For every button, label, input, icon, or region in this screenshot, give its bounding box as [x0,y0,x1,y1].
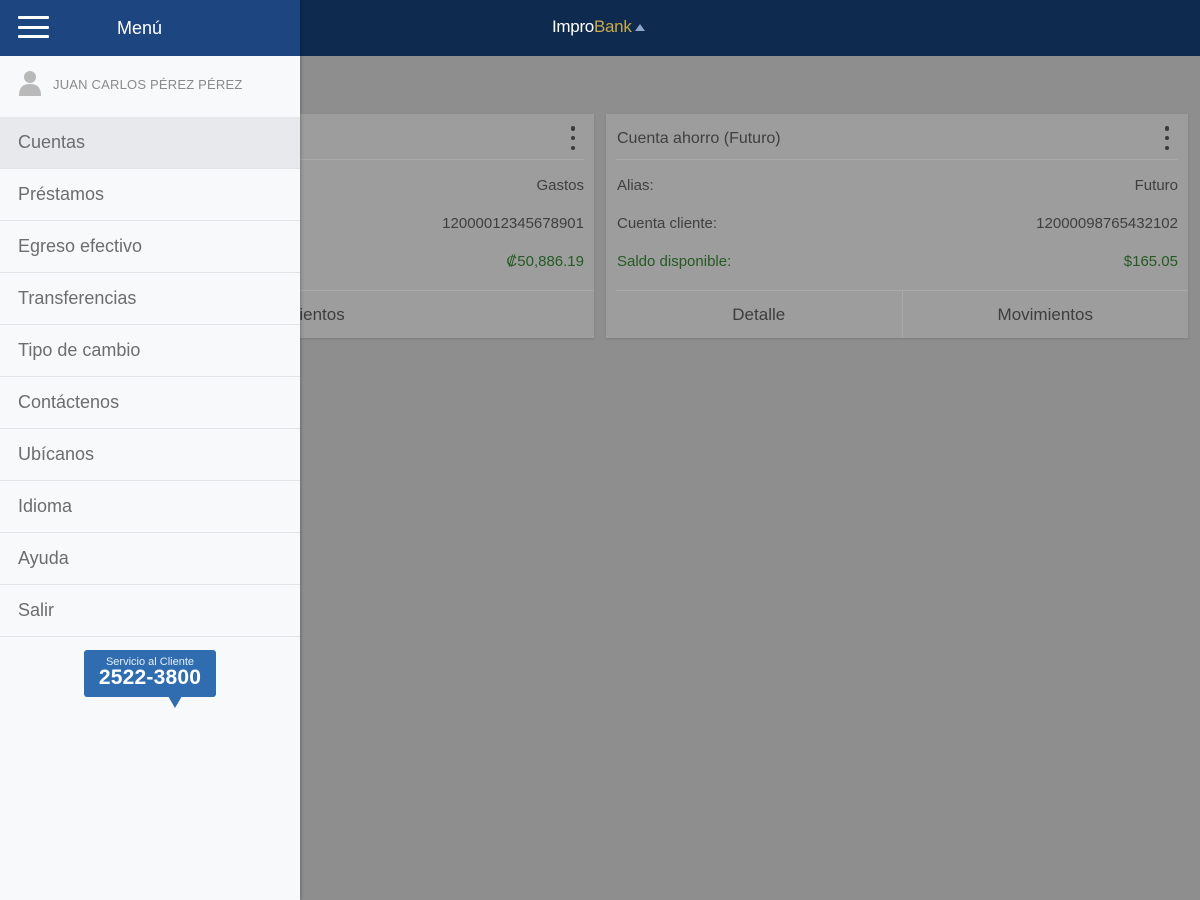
menu-item-transferencias[interactable]: Transferencias [0,273,300,325]
menu-item-salir[interactable]: Salir [0,585,300,637]
logo-text-part1: Impro [552,17,594,36]
hamburger-menu-icon[interactable] [18,16,49,38]
balance-label: Saldo disponible: [617,253,732,270]
alias-row: Alias: Futuro [617,177,1178,199]
balance-value: $165.05 [1123,253,1178,270]
user-icon [19,71,41,96]
detail-button[interactable]: Detalle [616,291,902,338]
card-actions: Detalle Movimientos [616,290,1188,338]
account-number-value: 12000098765432102 [1036,215,1178,232]
card-title: Cuenta ahorro (Futuro) [617,130,781,147]
menu-item-contactenos[interactable]: Contáctenos [0,377,300,429]
balance-row: Saldo disponible: $165.05 [617,253,1178,275]
menu-item-egreso-efectivo[interactable]: Egreso efectivo [0,221,300,273]
menu-item-prestamos[interactable]: Préstamos [0,169,300,221]
account-number-row: Cuenta cliente: 12000098765432102 [617,215,1178,237]
alias-label: Alias: [617,177,654,194]
customer-service-badge[interactable]: Servicio al Cliente 2522-3800 [84,650,216,697]
menu-item-idioma[interactable]: Idioma [0,481,300,533]
user-name: JUAN CARLOS PÉREZ PÉREZ [53,77,243,92]
menu-item-tipo-de-cambio[interactable]: Tipo de cambio [0,325,300,377]
menu-item-ayuda[interactable]: Ayuda [0,533,300,585]
movements-button[interactable]: Movimientos [901,291,1189,338]
drawer-header: Menú [0,0,300,56]
more-options-icon[interactable] [566,124,580,152]
alias-value: Gastos [536,177,584,194]
side-menu-drawer: Menú JUAN CARLOS PÉREZ PÉREZ Cuentas Pré… [0,0,300,900]
more-options-icon[interactable] [1160,124,1174,152]
balance-value: ₡50,886.19 [506,253,584,270]
menu-item-cuentas[interactable]: Cuentas [0,117,300,169]
signal-icon [634,24,645,31]
logo-text-part2: Bank [593,17,632,36]
improbank-logo: Impro Bank [552,14,646,40]
account-number-value: 12000012345678901 [442,215,584,232]
account-card-futuro: Cuenta ahorro (Futuro) Alias: Futuro Cue… [606,114,1188,338]
card-header: Cuenta ahorro (Futuro) [616,114,1178,160]
menu-item-ubicanos[interactable]: Ubícanos [0,429,300,481]
alias-value: Futuro [1134,177,1178,194]
menu-title: Menú [117,18,163,38]
user-profile: JUAN CARLOS PÉREZ PÉREZ [0,56,300,117]
account-number-label: Cuenta cliente: [617,215,718,232]
speech-bubble-tail [168,696,182,708]
customer-service-phone: 2522-3800 [98,666,202,689]
menu-list: Cuentas Préstamos Egreso efectivo Transf… [0,117,300,637]
